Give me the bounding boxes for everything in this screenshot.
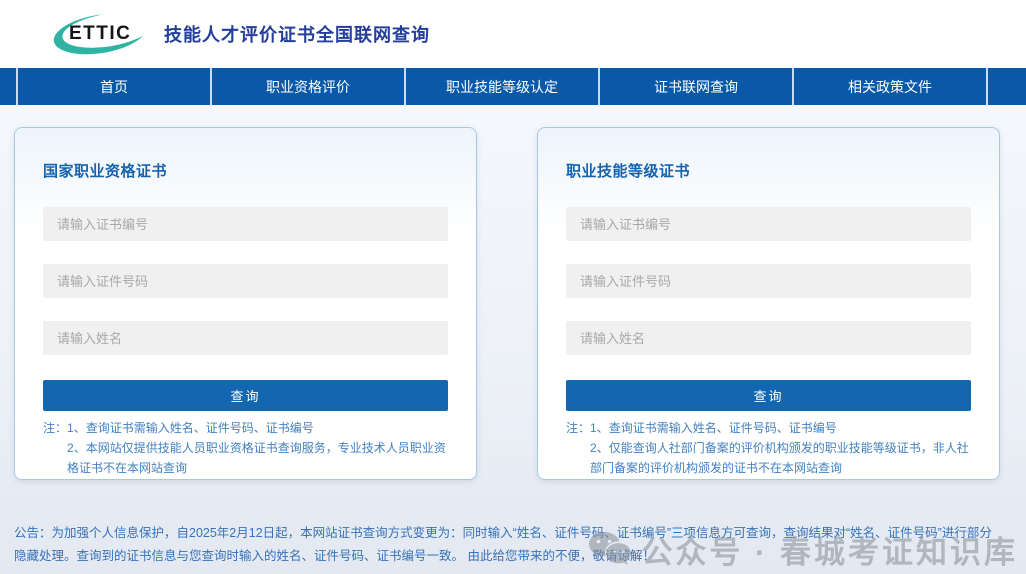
page-title: 技能人才评价证书全国联网查询 [164, 21, 430, 47]
panel-notes: 注： 1、查询证书需输入姓名、证件号码、证书编号 2、仅能查询人社部门备案的评价… [566, 419, 971, 478]
id-number-input[interactable] [566, 264, 971, 298]
footer: 公告：为加强个人信息保护，自2025年2月12日起，本网站证书查询方式变更为：同… [0, 522, 1026, 568]
panel-notes: 注： 1、查询证书需输入姓名、证件号码、证书编号 2、本网站仅提供技能人员职业资… [43, 419, 448, 478]
note-line: 1、查询证书需输入姓名、证件号码、证书编号 [590, 419, 971, 439]
nav-spacer [988, 68, 1026, 105]
certificate-number-input[interactable] [566, 207, 971, 241]
ettic-logo-text: ETTIC [69, 23, 131, 45]
note-prefix: 注： [566, 419, 590, 478]
id-number-input[interactable] [43, 264, 448, 298]
name-input[interactable] [43, 321, 448, 355]
nav-item-occupational-qualification[interactable]: 职业资格评价 [212, 68, 404, 105]
panel-skill-level: 职业技能等级证书 查询 注： 1、查询证书需输入姓名、证件号码、证书编号 2、仅… [537, 127, 1000, 480]
nav-item-certificate-query[interactable]: 证书联网查询 [600, 68, 792, 105]
panel-title: 国家职业资格证书 [43, 128, 448, 181]
panel-title: 职业技能等级证书 [566, 128, 971, 181]
query-button[interactable]: 查询 [566, 380, 971, 411]
name-input[interactable] [566, 321, 971, 355]
nav-item-policy-documents[interactable]: 相关政策文件 [794, 68, 986, 105]
certificate-number-input[interactable] [43, 207, 448, 241]
nav-item-skill-level-certification[interactable]: 职业技能等级认定 [406, 68, 598, 105]
nav-spacer [0, 68, 16, 105]
nav-item-home[interactable]: 首页 [18, 68, 210, 105]
site-header: ETTIC 技能人才评价证书全国联网查询 [0, 0, 1026, 68]
query-button[interactable]: 查询 [43, 380, 448, 411]
main-content: 国家职业资格证书 查询 注： 1、查询证书需输入姓名、证件号码、证书编号 2、本… [0, 105, 1026, 574]
note-prefix: 注： [43, 419, 67, 478]
note-line: 2、仅能查询人社部门备案的评价机构颁发的职业技能等级证书，非人社部门备案的评价机… [590, 439, 971, 479]
note-line: 1、查询证书需输入姓名、证件号码、证书编号 [67, 419, 448, 439]
query-panels: 国家职业资格证书 查询 注： 1、查询证书需输入姓名、证件号码、证书编号 2、本… [0, 127, 1026, 480]
note-line: 2、本网站仅提供技能人员职业资格证书查询服务，专业技术人员职业资格证书不在本网站… [67, 439, 448, 479]
panel-national-qualification: 国家职业资格证书 查询 注： 1、查询证书需输入姓名、证件号码、证书编号 2、本… [14, 127, 477, 480]
announcement-text: 公告：为加强个人信息保护，自2025年2月12日起，本网站证书查询方式变更为：同… [14, 522, 999, 568]
ettic-logo: ETTIC [52, 13, 152, 55]
main-nav: 首页 职业资格评价 职业技能等级认定 证书联网查询 相关政策文件 [0, 68, 1026, 105]
